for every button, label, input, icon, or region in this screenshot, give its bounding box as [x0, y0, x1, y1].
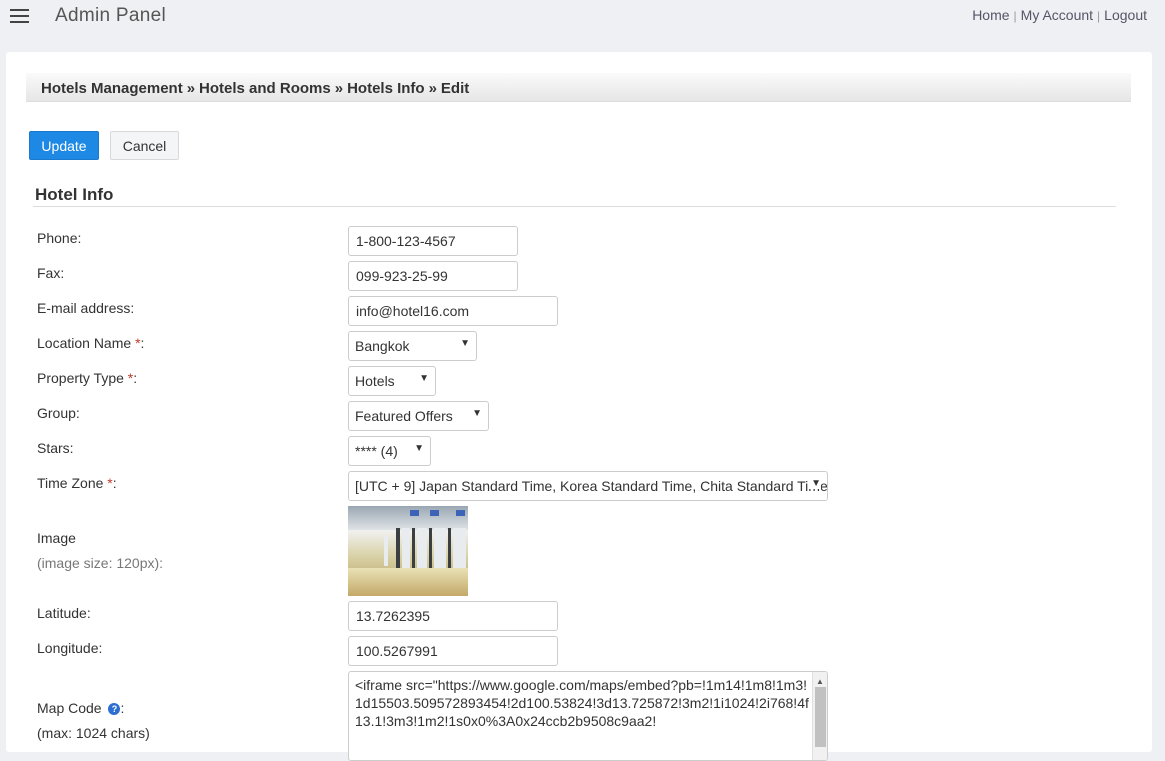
time-zone-select-value: [UTC + 9] Japan Standard Time, Korea Sta… [355, 478, 828, 494]
label-colon: : [112, 475, 117, 491]
cancel-button[interactable]: Cancel [110, 131, 179, 160]
breadcrumb: Hotels Management» Hotels and Rooms» Hotel… [26, 73, 1131, 102]
time-zone-label: Time Zone *: [37, 475, 117, 491]
image-ceiling [348, 506, 468, 530]
email-label: E-mail address: [37, 300, 135, 316]
help-icon[interactable]: ? [108, 703, 121, 716]
app-title: Admin Panel [55, 5, 167, 26]
location-select[interactable]: Bangkok ▼ [348, 331, 477, 361]
longitude-input[interactable]: 100.5267991 [348, 636, 558, 666]
image-size-hint: (image size: 120px): [37, 555, 163, 571]
image-sign [430, 510, 439, 516]
map-code-textarea[interactable]: <iframe src="https://www.google.com/maps… [348, 671, 828, 761]
section-title: Hotel Info [35, 185, 114, 204]
image-door [448, 528, 451, 570]
property-type-label: Property Type *: [37, 370, 137, 386]
chevron-down-icon: ▼ [414, 443, 424, 454]
image-sign [456, 510, 465, 516]
property-type-select-value: Hotels [355, 373, 395, 389]
hamburger-icon[interactable] [10, 9, 29, 23]
image-door [396, 528, 400, 570]
scrollbar-thumb[interactable] [815, 687, 826, 747]
breadcrumb-current: Edit [440, 80, 470, 97]
stars-label: Stars: [37, 440, 74, 456]
phone-label: Phone: [37, 230, 82, 246]
my-account-link[interactable]: My Account [1021, 7, 1093, 23]
top-links: Home | My Account | Logout [972, 7, 1147, 23]
group-label: Group: [37, 405, 80, 421]
breadcrumb-separator: » [334, 80, 344, 97]
time-zone-label-text: Time Zone [37, 475, 104, 491]
latitude-input[interactable]: 13.7262395 [348, 601, 558, 631]
image-door [402, 528, 410, 570]
chevron-down-icon: ▼ [472, 408, 482, 419]
label-colon: : [120, 700, 125, 716]
label-colon: : [140, 335, 145, 351]
chevron-down-icon: ▼ [808, 478, 821, 489]
stars-select-value: **** (4) [355, 443, 398, 459]
longitude-label: Longitude: [37, 640, 103, 656]
main-panel: Hotels Management» Hotels and Rooms» Hotel… [6, 52, 1152, 761]
link-separator: | [1013, 9, 1017, 23]
top-bar: Admin Panel Home | My Account | Logout [0, 0, 1165, 40]
map-code-label: Map Code ?: [37, 700, 124, 716]
image-label: Image [37, 530, 76, 546]
group-select[interactable]: Featured Offers ▼ [348, 401, 489, 431]
fax-input[interactable]: 099-923-25-99 [348, 261, 518, 291]
breadcrumb-separator: » [428, 80, 437, 97]
image-size-hint-text: (image size: 120px): [37, 555, 164, 571]
breadcrumb-separator: » [186, 80, 196, 97]
section-divider [33, 206, 1116, 207]
update-button[interactable]: Update [29, 131, 99, 160]
property-type-label-text: Property Type [37, 370, 124, 386]
image-door [384, 536, 388, 566]
logout-link[interactable]: Logout [1104, 7, 1147, 23]
property-type-select[interactable]: Hotels ▼ [348, 366, 436, 396]
phone-input[interactable]: 1-800-123-4567 [348, 226, 518, 256]
breadcrumb-item[interactable]: Hotels Info [347, 80, 425, 97]
breadcrumb-item[interactable]: Hotels and Rooms [199, 80, 331, 97]
chevron-down-icon: ▼ [460, 338, 470, 349]
map-code-value: <iframe src="https://www.google.com/maps… [355, 677, 809, 729]
image-door [434, 528, 446, 570]
image-door [417, 528, 427, 570]
breadcrumb-item[interactable]: Hotels Management [41, 80, 183, 97]
chevron-down-icon: ▼ [419, 373, 429, 384]
map-code-label-text: Map Code [37, 700, 102, 716]
image-floor [348, 568, 468, 596]
stars-select[interactable]: **** (4) ▼ [348, 436, 431, 466]
map-code-hint: (max: 1024 chars) [37, 725, 150, 741]
link-separator: | [1097, 9, 1101, 23]
location-select-value: Bangkok [355, 338, 410, 354]
label-colon: : [133, 370, 138, 386]
image-door [429, 528, 432, 570]
textarea-scrollbar[interactable]: ▲ [812, 672, 827, 760]
hotel-image[interactable] [348, 506, 468, 596]
home-link[interactable]: Home [972, 7, 1009, 23]
image-door [453, 528, 466, 570]
email-input[interactable]: info@hotel16.com [348, 296, 558, 326]
fax-label: Fax: [37, 265, 65, 281]
location-label: Location Name *: [37, 335, 144, 351]
image-door [412, 528, 415, 570]
group-select-value: Featured Offers [355, 408, 453, 424]
time-zone-select[interactable]: [UTC + 9] Japan Standard Time, Korea Sta… [348, 471, 828, 501]
location-label-text: Location Name [37, 335, 132, 351]
image-sign [410, 510, 419, 516]
latitude-label: Latitude: [37, 605, 91, 621]
